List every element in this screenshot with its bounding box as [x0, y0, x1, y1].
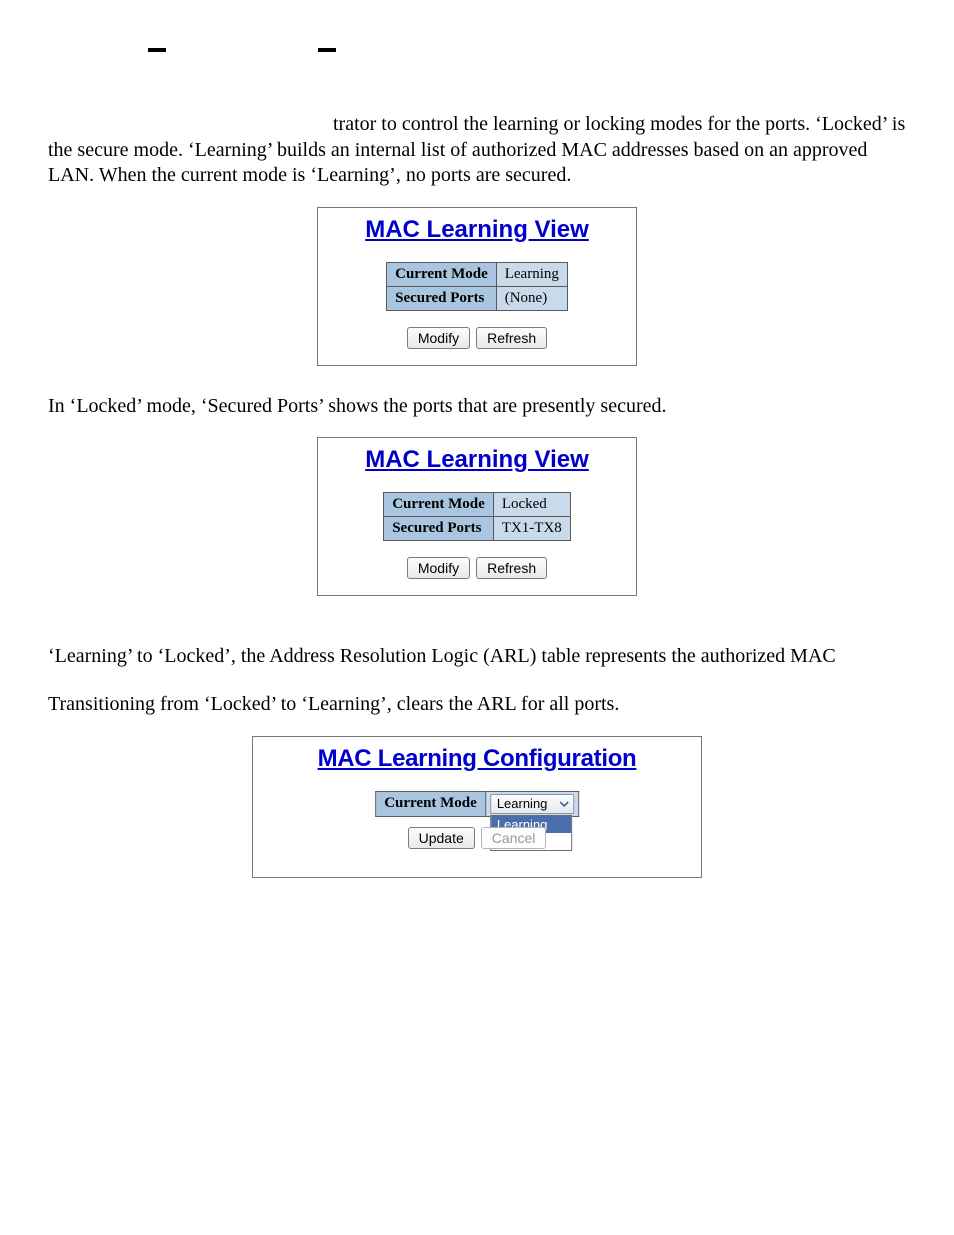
button-row: Modify Refresh	[407, 557, 547, 579]
status-table: Current Mode Learning Secured Ports (Non…	[386, 262, 568, 311]
mac-learning-view-panel: MAC Learning View Current Mode Locked Se…	[317, 437, 637, 596]
panel-title: MAC Learning View	[324, 216, 630, 244]
dash	[148, 48, 166, 52]
current-mode-cell: Learning Learning Locked	[485, 791, 578, 816]
current-mode-label: Current Mode	[384, 493, 494, 517]
document-page: trator to control the learning or lockin…	[0, 0, 954, 966]
mode-select[interactable]: Learning Learning Locked	[490, 794, 574, 814]
mode-select-box[interactable]: Learning	[490, 794, 574, 814]
current-mode-value: Locked	[493, 493, 570, 517]
config-button-row: Update Cancel	[259, 827, 695, 849]
top-dashes	[48, 48, 906, 72]
mode-select-value: Learning	[497, 796, 548, 811]
status-table: Current Mode Locked Secured Ports TX1-TX…	[383, 492, 571, 541]
secured-ports-value: (None)	[496, 286, 567, 310]
current-mode-label: Current Mode	[387, 262, 497, 286]
panel-title: MAC Learning View	[324, 446, 630, 474]
arl-paragraph-1: ‘Learning’ to ‘Locked’, the Address Reso…	[48, 644, 906, 670]
table-row: Current Mode Locked	[384, 493, 571, 517]
refresh-button[interactable]: Refresh	[476, 327, 547, 349]
intro-paragraph: trator to control the learning or lockin…	[48, 112, 906, 189]
current-mode-label: Current Mode	[376, 791, 486, 816]
modify-button[interactable]: Modify	[407, 557, 470, 579]
current-mode-value: Learning	[496, 262, 567, 286]
config-table: Current Mode Learning Learning	[375, 791, 579, 817]
panel-title: MAC Learning Configuration	[259, 745, 695, 773]
table-row: Secured Ports TX1-TX8	[384, 517, 571, 541]
update-button[interactable]: Update	[408, 827, 475, 849]
button-row: Modify Refresh	[407, 327, 547, 349]
config-body: Current Mode Learning Learning	[259, 791, 695, 861]
table-row: Secured Ports (None)	[387, 286, 568, 310]
secured-ports-label: Secured Ports	[387, 286, 497, 310]
arl-paragraph-2: Transitioning from ‘Locked’ to ‘Learning…	[48, 692, 906, 718]
refresh-button[interactable]: Refresh	[476, 557, 547, 579]
secured-ports-label: Secured Ports	[384, 517, 494, 541]
cancel-button[interactable]: Cancel	[481, 827, 547, 849]
table-row: Current Mode Learning Learning	[376, 791, 579, 816]
secured-ports-value: TX1-TX8	[493, 517, 570, 541]
table-row: Current Mode Learning	[387, 262, 568, 286]
dash	[318, 48, 336, 52]
mac-learning-config-panel: MAC Learning Configuration Current Mode …	[252, 736, 702, 878]
mac-learning-view-panel: MAC Learning View Current Mode Learning …	[317, 207, 637, 366]
between-paragraph: In ‘Locked’ mode, ‘Secured Ports’ shows …	[48, 394, 906, 420]
modify-button[interactable]: Modify	[407, 327, 470, 349]
chevron-down-icon	[557, 796, 571, 812]
